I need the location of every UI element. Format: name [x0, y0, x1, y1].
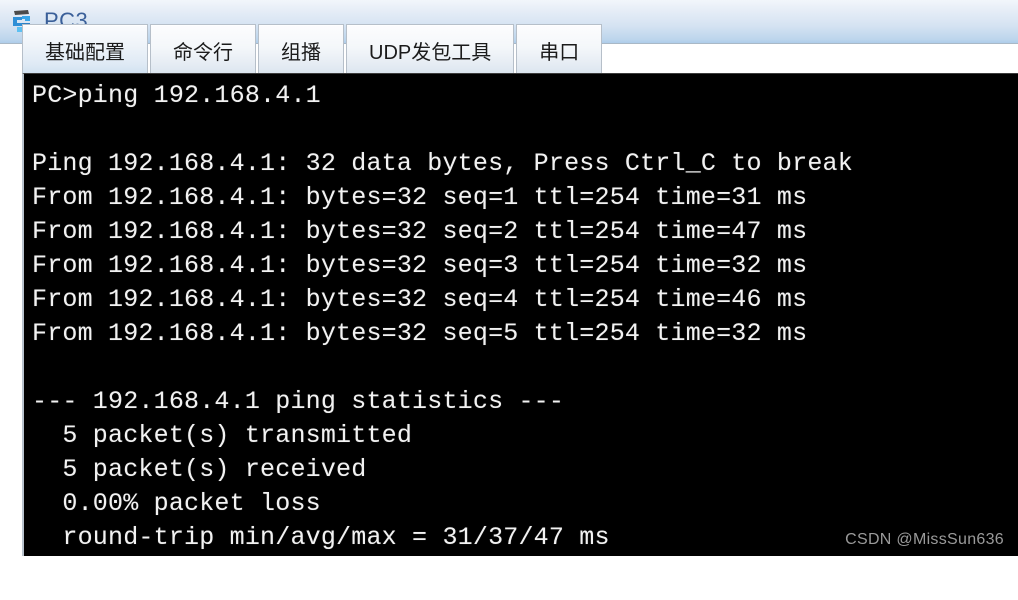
terminal-line: 5 packet(s) received [32, 455, 367, 484]
tab-bar: 基础配置 命令行 组播 UDP发包工具 串口 [22, 22, 603, 75]
tab-multicast[interactable]: 组播 [258, 24, 344, 75]
emulator-device-window: PC3 基础配置 命令行 组播 UDP发包工具 串口 PC>ping 192.1… [0, 0, 1018, 600]
tab-label: 组播 [281, 41, 321, 64]
tab-serial-port[interactable]: 串口 [516, 24, 603, 75]
tab-udp-packet-tool[interactable]: UDP发包工具 [346, 24, 515, 75]
terminal-line: From 192.168.4.1: bytes=32 seq=2 ttl=254… [32, 217, 808, 246]
terminal-line: 0.00% packet loss [32, 489, 321, 518]
terminal-line: From 192.168.4.1: bytes=32 seq=5 ttl=254… [32, 319, 808, 348]
tab-label: UDP发包工具 [369, 41, 492, 64]
watermark-label: CSDN @MissSun636 [845, 531, 1004, 548]
tab-label: 基础配置 [45, 41, 125, 64]
tab-command-line[interactable]: 命令行 [150, 24, 256, 75]
terminal-line: From 192.168.4.1: bytes=32 seq=1 ttl=254… [32, 183, 808, 212]
tab-label: 串口 [539, 41, 580, 64]
tab-basic-config[interactable]: 基础配置 [22, 24, 148, 75]
terminal-output: PC>ping 192.168.4.1 Ping 192.168.4.1: 32… [24, 74, 1018, 555]
terminal-line: From 192.168.4.1: bytes=32 seq=3 ttl=254… [32, 251, 808, 280]
terminal-line: Ping 192.168.4.1: 32 data bytes, Press C… [32, 149, 853, 178]
terminal-line: --- 192.168.4.1 ping statistics --- [32, 387, 565, 416]
terminal-line: From 192.168.4.1: bytes=32 seq=4 ttl=254… [32, 285, 808, 314]
terminal-line: PC>ping 192.168.4.1 [32, 81, 321, 110]
tab-label: 命令行 [173, 41, 233, 64]
terminal-line: 5 packet(s) transmitted [32, 421, 413, 450]
terminal-console[interactable]: PC>ping 192.168.4.1 Ping 192.168.4.1: 32… [22, 73, 1018, 556]
